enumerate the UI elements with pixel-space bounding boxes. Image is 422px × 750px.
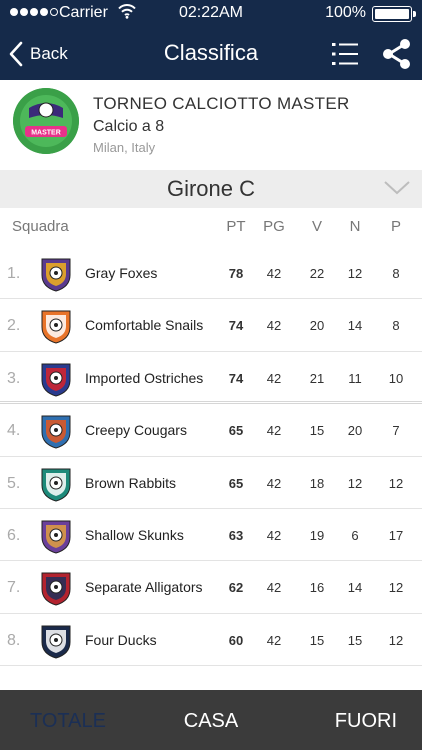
column-n: N xyxy=(349,218,361,235)
stat-pg: 42 xyxy=(266,266,282,281)
team-name: Brown Rabbits xyxy=(85,474,177,491)
table-row[interactable]: 1. Gray Foxes 78 42 22 12 8 xyxy=(0,247,422,300)
team-position: 6. xyxy=(7,526,21,544)
team-position: 5. xyxy=(7,474,21,492)
battery-icon xyxy=(372,6,416,22)
table-row[interactable]: 6. Shallow Skunks 63 42 19 6 17 xyxy=(0,509,422,562)
team-name: Shallow Skunks xyxy=(85,526,184,543)
team-position: 8. xyxy=(7,631,21,649)
stat-n: 6 xyxy=(351,527,359,543)
tournament-logo: MASTER xyxy=(13,88,79,154)
stat-v: 15 xyxy=(309,632,325,648)
stat-p: 10 xyxy=(388,370,404,386)
team-name: Imported Ostriches xyxy=(85,369,204,386)
team-name: Four Ducks xyxy=(85,631,157,648)
stat-p: 17 xyxy=(388,527,404,543)
team-position: 2. xyxy=(7,317,21,335)
team-crest-icon xyxy=(41,572,71,606)
stat-p: 12 xyxy=(388,632,404,648)
top-bar: Carrier 02:22AM 100% Back Classifica xyxy=(0,0,422,80)
stat-pt: 74 xyxy=(228,370,244,386)
team-name: Creepy Cougars xyxy=(85,422,187,439)
table-row[interactable]: 2. Comfortable Snails 74 42 20 14 8 xyxy=(0,299,422,352)
stat-v: 20 xyxy=(309,318,325,334)
stat-n: 14 xyxy=(347,318,363,334)
table-row[interactable]: 5. Brown Rabbits 65 42 18 12 12 xyxy=(0,457,422,509)
stat-pt: 63 xyxy=(228,527,244,543)
stat-pg: 42 xyxy=(266,318,282,334)
column-team: Squadra xyxy=(12,218,69,235)
list-icon[interactable] xyxy=(331,40,359,68)
team-name: Gray Foxes xyxy=(85,265,158,281)
battery-percentage: 100% xyxy=(325,4,366,21)
group-selector[interactable]: Girone C xyxy=(0,170,422,208)
team-crest-icon xyxy=(41,415,71,449)
team-position: 1. xyxy=(7,265,21,282)
navigation-bar: Back Classifica xyxy=(0,28,422,80)
stat-p: 8 xyxy=(392,266,400,281)
tab-fuori[interactable]: FUORI xyxy=(335,710,397,733)
chevron-down-icon xyxy=(384,181,410,195)
stat-pg: 42 xyxy=(266,423,282,439)
team-name: Comfortable Snails xyxy=(85,317,204,334)
column-pg: PG xyxy=(263,218,285,235)
table-row[interactable]: 4. Creepy Cougars 65 42 15 20 7 xyxy=(0,404,422,457)
table-row[interactable]: 3. Imported Ostriches 74 42 21 11 10 xyxy=(0,352,422,405)
stat-pt: 65 xyxy=(228,475,244,491)
table-row[interactable]: 8. Four Ducks 60 42 15 15 12 xyxy=(0,614,422,667)
status-bar: Carrier 02:22AM 100% xyxy=(0,0,422,28)
stat-v: 21 xyxy=(309,370,325,386)
stat-pt: 78 xyxy=(228,266,244,281)
tournament-sport: Calcio a 8 xyxy=(93,118,165,135)
tab-bar: TOTALE CASA FUORI xyxy=(0,690,422,750)
svg-text:MASTER: MASTER xyxy=(31,130,61,137)
share-icon[interactable] xyxy=(381,38,413,70)
table-row[interactable]: 7. Separate Alligators 62 42 16 14 12 xyxy=(0,561,422,614)
stat-n: 12 xyxy=(347,475,363,491)
stat-v: 19 xyxy=(309,527,325,543)
stat-pg: 42 xyxy=(266,475,282,491)
column-p: P xyxy=(390,218,401,235)
stat-v: 22 xyxy=(309,266,325,281)
group-label: Girone C xyxy=(166,176,256,201)
team-crest-icon xyxy=(41,258,71,292)
stat-pg: 42 xyxy=(266,370,282,386)
standings-table: 1. Gray Foxes 78 42 22 12 8 2. Comfortable Sn… xyxy=(0,247,422,667)
stat-v: 18 xyxy=(309,475,325,491)
stat-n: 11 xyxy=(348,370,362,386)
stat-p: 7 xyxy=(392,423,400,439)
stat-n: 12 xyxy=(347,266,363,281)
stat-n: 15 xyxy=(347,632,363,648)
stat-pg: 42 xyxy=(266,527,282,543)
stat-v: 16 xyxy=(309,580,325,596)
tournament-location: Milan, Italy xyxy=(93,140,156,155)
stat-n: 20 xyxy=(347,423,363,439)
team-crest-icon xyxy=(41,310,71,344)
column-v: V xyxy=(311,218,322,235)
stat-p: 8 xyxy=(392,318,400,334)
column-pt: PT xyxy=(226,218,246,235)
tournament-header: MASTER TORNEO CALCIOTTO MASTER Calcio a … xyxy=(0,80,422,170)
stat-p: 12 xyxy=(388,580,404,596)
team-position: 3. xyxy=(7,369,21,387)
stat-pt: 60 xyxy=(228,632,244,648)
team-position: 4. xyxy=(7,422,21,440)
tournament-name: TORNEO CALCIOTTO MASTER xyxy=(93,94,350,113)
stat-pt: 74 xyxy=(228,318,244,334)
stat-pt: 62 xyxy=(228,580,244,596)
table-header: Squadra PT PG V N P xyxy=(0,208,422,246)
team-crest-icon xyxy=(41,625,71,659)
stat-pt: 65 xyxy=(228,423,244,439)
stat-pg: 42 xyxy=(266,632,282,648)
team-crest-icon xyxy=(41,520,71,554)
stat-pg: 42 xyxy=(266,580,282,596)
stat-v: 15 xyxy=(309,423,325,439)
team-crest-icon xyxy=(41,468,71,502)
team-position: 7. xyxy=(7,579,21,597)
team-name: Separate Alligators xyxy=(85,579,203,596)
stat-p: 12 xyxy=(388,475,404,491)
team-crest-icon xyxy=(41,363,71,397)
stat-n: 14 xyxy=(347,580,363,596)
